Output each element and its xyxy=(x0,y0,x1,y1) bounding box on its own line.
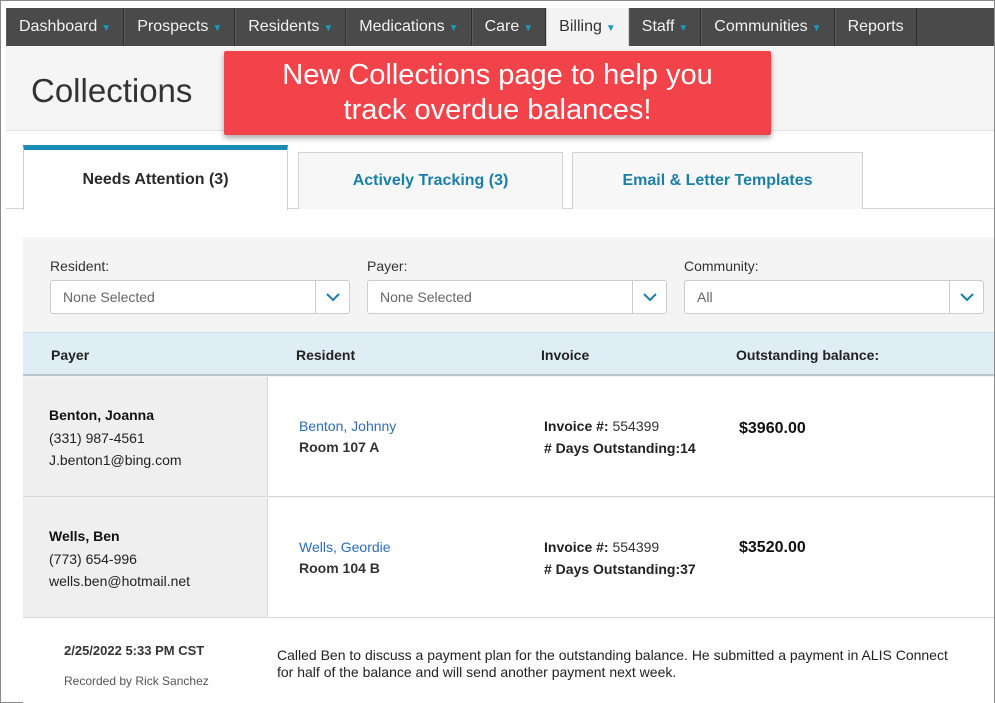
invoice-value: 554399 xyxy=(612,418,660,434)
banner-line-1: New Collections page to help you xyxy=(282,59,713,91)
nav-label: Communities xyxy=(714,18,808,35)
payer-phone: (331) 987-4561 xyxy=(49,430,145,446)
outstanding-balance: $3960.00 xyxy=(739,420,806,437)
collection-note: 2/25/2022 5:33 PM CST Recorded by Rick S… xyxy=(23,618,994,703)
payer-name: Benton, Joanna xyxy=(49,407,155,423)
note-text: Called Ben to discuss a payment plan for… xyxy=(277,647,948,680)
nav-item-prospects[interactable]: Prospects ▼ xyxy=(124,8,236,46)
tab-needs-attention[interactable]: Needs Attention (3) xyxy=(23,145,288,210)
chevron-down-icon: ▼ xyxy=(323,22,334,34)
chevron-down-icon: ▼ xyxy=(448,22,459,34)
nav-label: Care xyxy=(484,18,520,35)
resident-select-value: None Selected xyxy=(63,289,155,305)
days-label: # Days Outstanding: xyxy=(544,561,681,577)
days-outstanding: # Days Outstanding:37 xyxy=(544,561,696,577)
days-value: 37 xyxy=(680,561,696,577)
invoice-value: 554399 xyxy=(612,539,660,555)
invoice-label: Invoice #: xyxy=(544,539,609,555)
nav-item-reports[interactable]: Reports xyxy=(834,8,917,46)
outstanding-balance: $3520.00 xyxy=(739,539,806,556)
nav-item-dashboard[interactable]: Dashboard ▼ xyxy=(6,8,125,46)
payer-filter-label: Payer: xyxy=(367,258,408,274)
nav-item-medications[interactable]: Medications ▼ xyxy=(346,8,472,46)
chevron-down-icon: ▼ xyxy=(678,22,689,34)
chevron-down-icon[interactable] xyxy=(632,281,666,313)
resident-room: Room 107 A xyxy=(299,439,380,455)
nav-label: Reports xyxy=(847,18,904,35)
payer-email: wells.ben@hotmail.net xyxy=(49,573,191,589)
days-value: 14 xyxy=(680,440,696,456)
tab-actively-tracking[interactable]: Actively Tracking (3) xyxy=(298,152,563,209)
announcement-banner: New Collections page to help you track o… xyxy=(224,51,771,135)
payer-cell: Wells, Ben (773) 654-996 wells.ben@hotma… xyxy=(23,498,268,617)
top-nav: Dashboard ▼ Prospects ▼ Residents ▼ Medicat… xyxy=(6,8,994,46)
chevron-down-icon: ▼ xyxy=(523,22,534,34)
resident-room: Room 104 B xyxy=(299,560,380,576)
payer-phone: (773) 654-996 xyxy=(49,551,137,567)
note-recorded-by: Recorded by Rick Sanchez xyxy=(64,674,209,688)
resident-filter-label: Resident: xyxy=(50,258,110,274)
table-row: Wells, Ben (773) 654-996 wells.ben@hotma… xyxy=(23,498,994,618)
payer-email: J.benton1@bing.com xyxy=(49,452,182,468)
nav-label: Staff xyxy=(641,18,675,35)
column-header-resident[interactable]: Resident xyxy=(296,347,355,363)
resident-link[interactable]: Wells, Geordie xyxy=(299,539,391,555)
payer-select[interactable]: None Selected xyxy=(367,280,667,314)
nav-label: Medications xyxy=(359,18,445,35)
days-label: # Days Outstanding: xyxy=(544,440,681,456)
nav-item-billing[interactable]: Billing ▼ xyxy=(546,8,629,46)
chevron-down-icon[interactable] xyxy=(315,281,349,313)
payer-cell: Benton, Joanna (331) 987-4561 J.benton1@… xyxy=(23,377,268,496)
note-date: 2/25/2022 5:33 PM CST xyxy=(64,643,205,658)
nav-item-care[interactable]: Care ▼ xyxy=(471,8,547,46)
resident-link[interactable]: Benton, Johnny xyxy=(299,418,396,434)
community-select[interactable]: All xyxy=(684,280,984,314)
community-filter-label: Community: xyxy=(684,258,759,274)
banner-line-2: track overdue balances! xyxy=(343,94,652,126)
nav-label: Dashboard xyxy=(19,18,98,35)
page-title: Collections xyxy=(31,72,193,109)
invoice-number: Invoice #: 554399 xyxy=(544,418,659,434)
nav-label: Billing xyxy=(559,18,602,35)
nav-item-communities[interactable]: Communities ▼ xyxy=(701,8,835,46)
invoice-number: Invoice #: 554399 xyxy=(544,539,659,555)
chevron-down-icon[interactable] xyxy=(949,281,983,313)
column-header-invoice[interactable]: Invoice xyxy=(541,347,589,363)
payer-select-value: None Selected xyxy=(380,289,472,305)
chevron-down-icon: ▼ xyxy=(212,22,223,34)
community-select-value: All xyxy=(697,289,713,305)
column-header-payer[interactable]: Payer xyxy=(51,347,89,363)
nav-label: Residents xyxy=(248,18,320,35)
payer-name: Wells, Ben xyxy=(49,528,120,544)
chevron-down-icon: ▼ xyxy=(811,22,822,34)
invoice-label: Invoice #: xyxy=(544,418,609,434)
chevron-down-icon: ▼ xyxy=(101,22,112,34)
tab-email-letter-templates[interactable]: Email & Letter Templates xyxy=(572,152,863,209)
resident-select[interactable]: None Selected xyxy=(50,280,350,314)
nav-item-residents[interactable]: Residents ▼ xyxy=(235,8,347,46)
column-header-balance[interactable]: Outstanding balance: xyxy=(736,347,879,363)
days-outstanding: # Days Outstanding:14 xyxy=(544,440,696,456)
nav-label: Prospects xyxy=(137,18,209,35)
table-row: Benton, Joanna (331) 987-4561 J.benton1@… xyxy=(23,377,994,497)
chevron-down-icon: ▼ xyxy=(605,22,616,34)
nav-item-staff[interactable]: Staff ▼ xyxy=(628,8,702,46)
